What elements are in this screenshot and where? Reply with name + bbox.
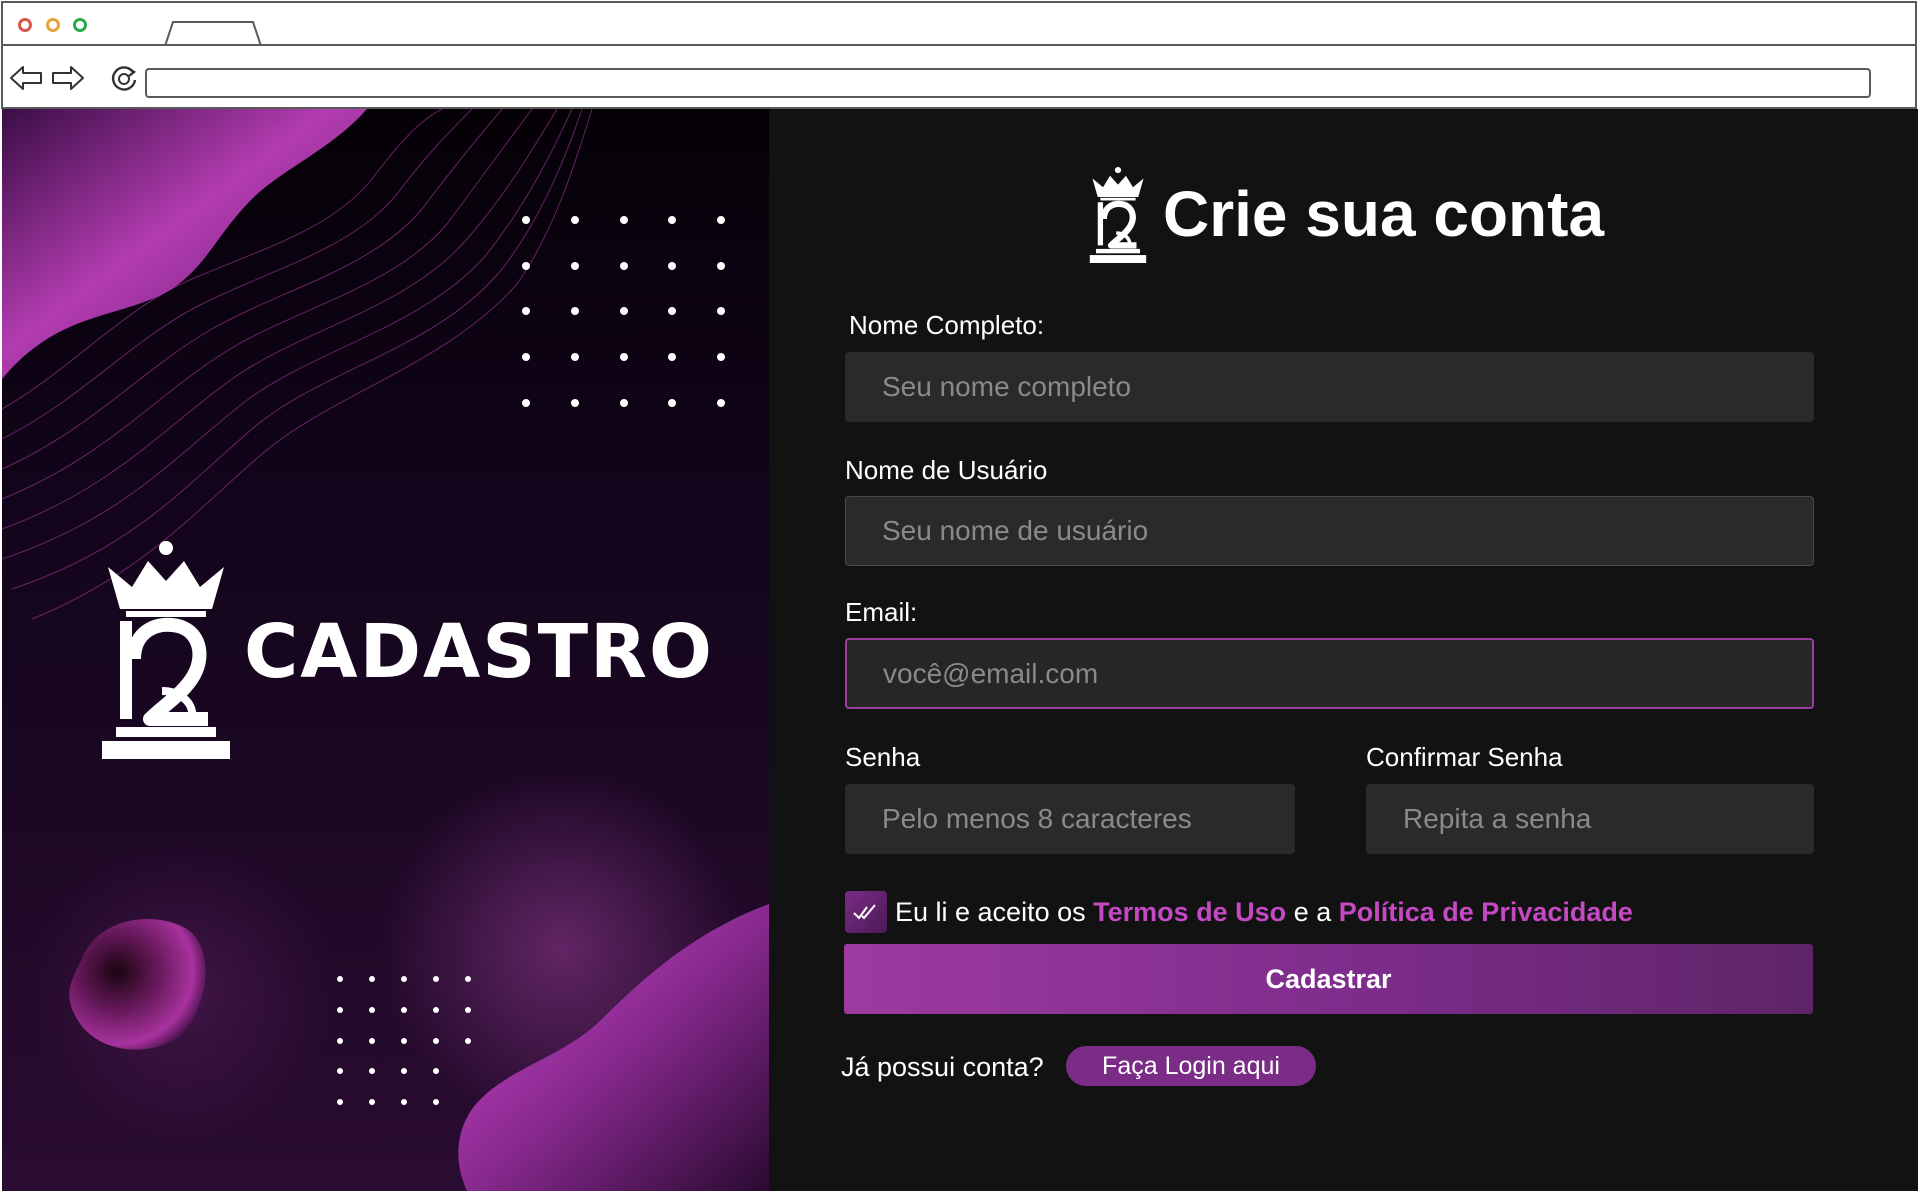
terms-middle: e a	[1293, 897, 1332, 927]
full-name-input[interactable]	[845, 352, 1814, 422]
username-input[interactable]	[845, 496, 1814, 566]
login-button[interactable]: Faça Login aqui	[1066, 1046, 1316, 1086]
maximize-window-dot[interactable]	[73, 18, 87, 32]
browser-tab[interactable]	[163, 20, 263, 46]
tab-bar	[3, 3, 1915, 46]
privacy-policy-link[interactable]: Política de Privacidade	[1339, 897, 1633, 927]
terms-text: Eu li e aceito os Termos de Uso e a Polí…	[895, 893, 1633, 931]
register-button[interactable]: Cadastrar	[844, 944, 1813, 1014]
crown-2-logo-icon	[102, 541, 230, 759]
terms-of-use-link[interactable]: Termos de Uso	[1093, 897, 1286, 927]
page-title: Crie sua conta	[1163, 178, 1605, 250]
hero-panel: CADASTRO	[2, 109, 769, 1191]
navigation-bar	[3, 46, 1915, 109]
login-prompt: Já possui conta?	[841, 1052, 1044, 1082]
back-arrow-icon[interactable]	[9, 64, 43, 92]
minimize-window-dot[interactable]	[46, 18, 60, 32]
browser-window-chrome	[1, 1, 1917, 109]
crown-2-logo-icon	[1089, 167, 1147, 263]
username-label: Nome de Usuário	[845, 455, 1048, 485]
password-label: Senha	[845, 742, 921, 772]
terms-prefix: Eu li e aceito os	[895, 897, 1086, 927]
email-input[interactable]	[845, 638, 1814, 709]
double-check-icon	[853, 904, 876, 920]
confirm-password-input[interactable]	[1366, 784, 1814, 854]
terms-checkbox[interactable]	[845, 891, 887, 933]
close-window-dot[interactable]	[18, 18, 32, 32]
confirm-password-label: Confirmar Senha	[1366, 742, 1563, 772]
email-label: Email:	[845, 597, 918, 627]
address-bar[interactable]	[145, 68, 1871, 98]
hero-title: CADASTRO	[244, 609, 714, 695]
signup-form-panel: Crie sua conta Nome Completo: Nome de Us…	[769, 109, 1918, 1191]
full-name-label: Nome Completo:	[849, 310, 1045, 340]
forward-arrow-icon[interactable]	[51, 64, 85, 92]
password-input[interactable]	[845, 784, 1295, 854]
reload-icon[interactable]	[109, 63, 139, 93]
